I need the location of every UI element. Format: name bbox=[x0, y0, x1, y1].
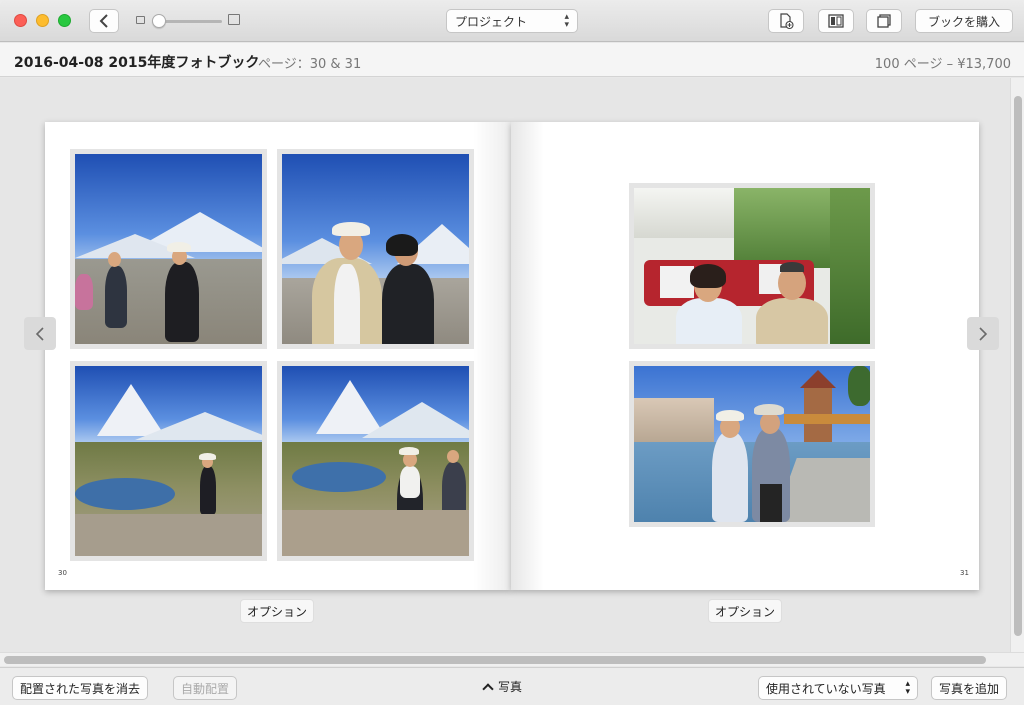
minimize-window-button[interactable] bbox=[36, 14, 49, 27]
photos-panel-toggle[interactable]: 写真 bbox=[482, 678, 523, 695]
book-header: 2016-04-08 2015年度フォトブック ページ：30 & 31 100 … bbox=[0, 43, 1024, 77]
left-page-options-button[interactable]: オプション bbox=[240, 599, 315, 623]
left-page[interactable]: 30 bbox=[45, 122, 511, 590]
updown-chevron-icon: ▴ ▾ bbox=[905, 679, 910, 697]
close-window-button[interactable] bbox=[14, 14, 27, 27]
buy-book-button[interactable]: ブックを購入 bbox=[915, 9, 1013, 33]
photo[interactable] bbox=[634, 366, 870, 522]
photo-slot[interactable] bbox=[70, 361, 267, 561]
updown-chevron-icon: ▴ ▾ bbox=[564, 12, 569, 30]
layout-icon bbox=[828, 14, 844, 28]
photo[interactable] bbox=[75, 366, 262, 556]
small-thumbnail-icon bbox=[136, 16, 145, 24]
photos-toggle-label: 写真 bbox=[498, 680, 523, 694]
back-button[interactable] bbox=[89, 9, 119, 33]
photo[interactable] bbox=[282, 366, 469, 556]
book-pages-icon bbox=[877, 14, 891, 28]
add-page-icon bbox=[780, 13, 794, 30]
chevron-right-icon bbox=[979, 326, 988, 341]
right-page-options-button[interactable]: オプション bbox=[708, 599, 783, 623]
horizontal-scrollbar[interactable] bbox=[0, 652, 1024, 666]
add-page-button[interactable] bbox=[768, 9, 804, 33]
photo[interactable] bbox=[75, 154, 262, 344]
current-pages-label: ページ：30 & 31 bbox=[258, 57, 362, 72]
chevron-up-icon bbox=[482, 682, 494, 695]
photo-slot[interactable] bbox=[70, 149, 267, 349]
photo[interactable] bbox=[282, 154, 469, 344]
photo-slot[interactable] bbox=[277, 361, 474, 561]
photo-slot[interactable] bbox=[629, 361, 875, 527]
book-title: 2016-04-08 2015年度フォトブック bbox=[14, 55, 260, 71]
add-photos-button[interactable]: 写真を追加 bbox=[931, 676, 1008, 700]
book-settings-button[interactable] bbox=[866, 9, 902, 33]
horizontal-scroll-thumb[interactable] bbox=[4, 656, 986, 664]
large-thumbnail-icon bbox=[228, 14, 240, 25]
clear-placed-photos-button[interactable]: 配置された写真を消去 bbox=[12, 676, 149, 700]
toolbar: プロジェクト ▴ ▾ ブックを購入 bbox=[0, 0, 1024, 42]
next-page-button[interactable] bbox=[967, 317, 999, 350]
chevron-left-icon bbox=[99, 14, 108, 28]
project-select-label: プロジェクト bbox=[455, 14, 528, 29]
autoflow-button[interactable]: 自動配置 bbox=[173, 676, 238, 700]
book-price-label: 100 ページ – ¥13,700 bbox=[874, 57, 1011, 72]
previous-page-button[interactable] bbox=[24, 317, 56, 350]
photo-filter-label: 使用されていない写真 bbox=[766, 681, 886, 696]
chevron-left-icon bbox=[35, 326, 44, 341]
bottom-bar: 配置された写真を消去 自動配置 写真 使用されていない写真 ▴ ▾ 写真を追加 bbox=[0, 667, 1024, 705]
fullscreen-window-button[interactable] bbox=[58, 14, 71, 27]
vertical-scroll-thumb[interactable] bbox=[1014, 96, 1022, 636]
page-number-31: 31 bbox=[960, 569, 969, 577]
photo-slot[interactable] bbox=[629, 183, 875, 349]
vertical-scrollbar[interactable] bbox=[1010, 78, 1024, 652]
layout-button[interactable] bbox=[818, 9, 854, 33]
photo[interactable] bbox=[634, 188, 870, 344]
project-select[interactable]: プロジェクト ▴ ▾ bbox=[446, 9, 578, 33]
right-page[interactable]: 31 bbox=[511, 122, 979, 590]
zoom-slider-knob[interactable] bbox=[152, 14, 166, 28]
photo-slot[interactable] bbox=[277, 149, 474, 349]
photo-filter-select[interactable]: 使用されていない写真 ▴ ▾ bbox=[758, 676, 918, 700]
photos-book-window: プロジェクト ▴ ▾ ブックを購入 2016-04-08 2015年度フォトブック… bbox=[0, 0, 1024, 705]
page-number-30: 30 bbox=[58, 569, 67, 577]
